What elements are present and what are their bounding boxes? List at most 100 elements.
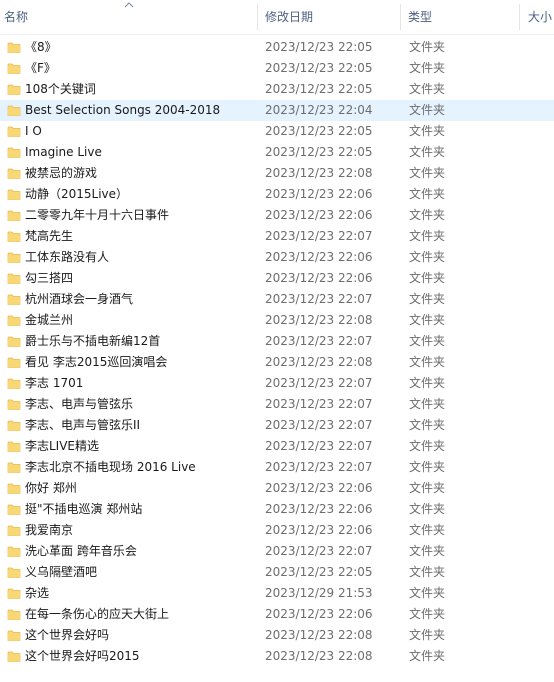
file-name: 挺"不插电巡演 郑州站 [25, 502, 143, 516]
folder-icon [7, 147, 21, 158]
folder-icon [7, 567, 21, 578]
file-name: 在每一条伤心的应天大街上 [25, 607, 170, 621]
file-date-modified: 2023/12/23 22:08 [265, 649, 373, 663]
file-date-modified: 2023/12/23 22:08 [265, 166, 373, 180]
file-row[interactable]: 杂选 2023/12/29 21:53 文件夹 [0, 583, 554, 604]
file-type: 文件夹 [409, 166, 446, 180]
folder-icon [7, 273, 21, 284]
file-row[interactable]: 我爱南京 2023/12/23 22:06 文件夹 [0, 520, 554, 541]
file-date-modified: 2023/12/23 22:07 [265, 460, 373, 474]
file-type: 文件夹 [409, 250, 446, 264]
file-type: 文件夹 [409, 460, 446, 474]
column-header-size[interactable]: 大小 [522, 0, 554, 34]
file-type: 文件夹 [409, 355, 446, 369]
file-type: 文件夹 [409, 187, 446, 201]
file-row[interactable]: 这个世界会好吗2015 2023/12/23 22:08 文件夹 [0, 646, 554, 667]
file-row[interactable]: 108个关键词 2023/12/23 22:05 文件夹 [0, 79, 554, 100]
folder-icon [7, 441, 21, 452]
file-date-modified: 2023/12/23 22:07 [265, 292, 373, 306]
file-date-modified: 2023/12/23 22:06 [265, 523, 373, 537]
folder-icon [7, 315, 21, 326]
file-type: 文件夹 [409, 61, 446, 75]
file-date-modified: 2023/12/23 22:06 [265, 502, 373, 516]
file-name: 金城兰州 [25, 313, 74, 327]
file-row[interactable]: 在每一条伤心的应天大街上 2023/12/23 22:06 文件夹 [0, 604, 554, 625]
file-type: 文件夹 [409, 229, 446, 243]
folder-icon [7, 546, 21, 557]
file-row[interactable]: 义乌隔壁酒吧 2023/12/23 22:05 文件夹 [0, 562, 554, 583]
file-row[interactable]: 《8》 2023/12/23 22:05 文件夹 [0, 37, 554, 58]
file-row[interactable]: 李志、电声与管弦乐 2023/12/23 22:07 文件夹 [0, 394, 554, 415]
file-name: I O [25, 124, 42, 138]
file-type: 文件夹 [409, 502, 446, 516]
file-name: 李志 1701 [25, 376, 84, 390]
file-row[interactable]: 这个世界会好吗 2023/12/23 22:08 文件夹 [0, 625, 554, 646]
file-name: 梵高先生 [25, 229, 74, 243]
file-type: 文件夹 [409, 397, 446, 411]
file-type: 文件夹 [409, 376, 446, 390]
file-date-modified: 2023/12/23 22:07 [265, 334, 373, 348]
file-row[interactable]: Best Selection Songs 2004-2018 2023/12/23… [0, 100, 554, 121]
file-row[interactable]: 看见 李志2015巡回演唱会 2023/12/23 22:08 文件夹 [0, 352, 554, 373]
folder-icon [7, 294, 21, 305]
file-date-modified: 2023/12/23 22:06 [265, 250, 373, 264]
file-row[interactable]: 李志 1701 2023/12/23 22:07 文件夹 [0, 373, 554, 394]
file-type: 文件夹 [409, 40, 446, 54]
column-header-name[interactable]: 名称 [0, 0, 255, 34]
folder-icon [7, 210, 21, 221]
file-name: 爵士乐与不插电新编12首 [25, 334, 161, 348]
file-date-modified: 2023/12/23 22:07 [265, 397, 373, 411]
file-row[interactable]: 动静（2015Live） 2023/12/23 22:06 文件夹 [0, 184, 554, 205]
file-row[interactable]: Imagine Live 2023/12/23 22:05 文件夹 [0, 142, 554, 163]
file-date-modified: 2023/12/23 22:06 [265, 271, 373, 285]
file-row[interactable]: 爵士乐与不插电新编12首 2023/12/23 22:07 文件夹 [0, 331, 554, 352]
file-row[interactable]: 李志、电声与管弦乐II 2023/12/23 22:07 文件夹 [0, 415, 554, 436]
file-name: 《8》 [25, 40, 57, 54]
file-date-modified: 2023/12/23 22:07 [265, 376, 373, 390]
file-type: 文件夹 [409, 334, 446, 348]
file-date-modified: 2023/12/23 22:06 [265, 607, 373, 621]
folder-icon [7, 462, 21, 473]
file-type: 文件夹 [409, 649, 446, 663]
file-row[interactable]: 勾三搭四 2023/12/23 22:06 文件夹 [0, 268, 554, 289]
file-name: 《F》 [25, 61, 56, 75]
file-row[interactable]: 李志北京不插电现场 2016 Live 2023/12/23 22:07 文件夹 [0, 457, 554, 478]
file-name: 看见 李志2015巡回演唱会 [25, 355, 168, 369]
file-date-modified: 2023/12/23 22:04 [265, 103, 373, 117]
file-row[interactable]: 二零零九年十月十六日事件 2023/12/23 22:06 文件夹 [0, 205, 554, 226]
file-name: 二零零九年十月十六日事件 [25, 208, 170, 222]
column-header-date-modified[interactable]: 修改日期 [259, 0, 400, 34]
file-date-modified: 2023/12/23 22:08 [265, 313, 373, 327]
file-row[interactable]: 李志LIVE精选 2023/12/23 22:07 文件夹 [0, 436, 554, 457]
folder-icon [7, 399, 21, 410]
column-header-type[interactable]: 类型 [402, 0, 519, 34]
file-row[interactable]: 洗心革面 跨年音乐会 2023/12/23 22:07 文件夹 [0, 541, 554, 562]
file-date-modified: 2023/12/23 22:05 [265, 61, 373, 75]
file-name: 勾三搭四 [25, 271, 74, 285]
folder-icon [7, 126, 21, 137]
file-row[interactable]: I O 2023/12/23 22:05 文件夹 [0, 121, 554, 142]
file-row[interactable]: 被禁忌的游戏 2023/12/23 22:08 文件夹 [0, 163, 554, 184]
file-name: 工体东路没有人 [25, 250, 110, 264]
folder-icon [7, 42, 21, 53]
file-date-modified: 2023/12/23 22:08 [265, 628, 373, 642]
column-divider[interactable] [400, 4, 401, 30]
file-row[interactable]: 挺"不插电巡演 郑州站 2023/12/23 22:06 文件夹 [0, 499, 554, 520]
file-row[interactable]: 《F》 2023/12/23 22:05 文件夹 [0, 58, 554, 79]
file-row[interactable]: 杭州酒球会一身酒气 2023/12/23 22:07 文件夹 [0, 289, 554, 310]
column-divider[interactable] [257, 4, 258, 30]
folder-icon [7, 252, 21, 263]
file-date-modified: 2023/12/23 22:05 [265, 565, 373, 579]
file-type: 文件夹 [409, 523, 446, 537]
file-row[interactable]: 金城兰州 2023/12/23 22:08 文件夹 [0, 310, 554, 331]
folder-icon [7, 630, 21, 641]
file-name: 洗心革面 跨年音乐会 [25, 544, 137, 558]
column-divider[interactable] [519, 4, 520, 30]
file-row[interactable]: 梵高先生 2023/12/23 22:07 文件夹 [0, 226, 554, 247]
file-date-modified: 2023/12/23 22:07 [265, 544, 373, 558]
folder-icon [7, 609, 21, 620]
file-row[interactable]: 你好 郑州 2023/12/23 22:06 文件夹 [0, 478, 554, 499]
file-type: 文件夹 [409, 82, 446, 96]
file-row[interactable]: 工体东路没有人 2023/12/23 22:06 文件夹 [0, 247, 554, 268]
column-header-bar: 名称 修改日期 类型 大小 [0, 0, 554, 35]
